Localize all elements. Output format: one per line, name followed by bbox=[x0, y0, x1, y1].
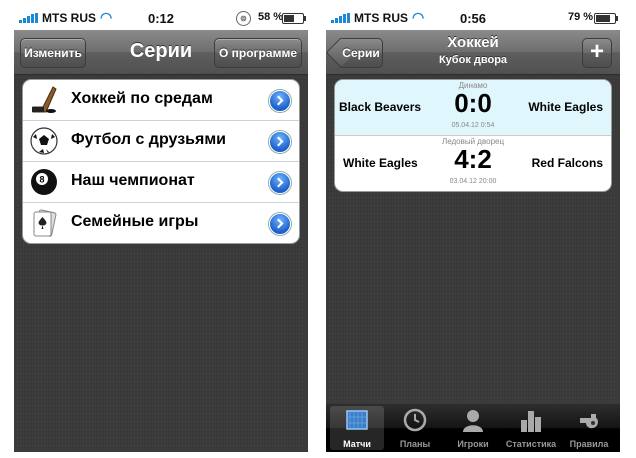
tab-label: Статистика bbox=[505, 439, 557, 449]
status-bar: MTS RUS ◠ 0:12 ⊜ 58 % bbox=[14, 6, 308, 30]
disclosure-button-icon[interactable] bbox=[269, 172, 291, 194]
away-team: White Eagles bbox=[528, 100, 603, 114]
tab-matches[interactable]: Матчи bbox=[328, 404, 386, 452]
match-list: Динамо Black Beavers 0:0 White Eagles 05… bbox=[334, 79, 612, 192]
clock-icon bbox=[403, 408, 427, 432]
page-title: Хоккей bbox=[447, 34, 499, 51]
disclosure-button-icon[interactable] bbox=[269, 90, 291, 112]
whistle-icon bbox=[580, 414, 598, 429]
match-date: 05.04.12 0:54 bbox=[451, 122, 495, 129]
playing-card-icon bbox=[33, 209, 57, 237]
list-item[interactable]: Футбол с друзьями bbox=[23, 121, 299, 162]
soccer-ball-icon bbox=[30, 127, 58, 155]
battery-icon bbox=[282, 13, 306, 24]
tab-label: Планы bbox=[399, 439, 431, 449]
person-icon bbox=[463, 410, 483, 432]
series-screen: MTS RUS ◠ 0:12 ⊜ 58 % Изменить Серии О п… bbox=[14, 6, 308, 452]
add-button[interactable]: + bbox=[582, 38, 612, 68]
tab-plans[interactable]: Планы bbox=[386, 404, 444, 452]
match-row[interactable]: Динамо Black Beavers 0:0 White Eagles 05… bbox=[335, 80, 611, 136]
battery-percent: 79 % bbox=[568, 11, 594, 23]
list-item[interactable]: 8 Наш чемпионат bbox=[23, 162, 299, 203]
list-item-label: Хоккей по средам bbox=[71, 90, 213, 107]
match-date: 03.04.12 20:00 bbox=[449, 178, 497, 185]
away-team: Red Falcons bbox=[531, 156, 603, 170]
eight-ball-icon: 8 bbox=[31, 169, 57, 195]
list-item[interactable]: Семейные игры bbox=[23, 203, 299, 243]
disclosure-button-icon[interactable] bbox=[269, 131, 291, 153]
tab-label: Матчи bbox=[343, 439, 371, 449]
matches-screen: MTS RUS ◠ 0:56 79 % Серии Хоккей Кубок д… bbox=[326, 6, 620, 452]
tab-label: Правила bbox=[569, 439, 609, 449]
series-list: Хоккей по средам Футбол с друзьями 8 Наш… bbox=[22, 79, 300, 244]
list-item-label: Футбол с друзьями bbox=[71, 131, 226, 148]
disclosure-button-icon[interactable] bbox=[269, 213, 291, 235]
list-item-label: Семейные игры bbox=[71, 213, 199, 230]
orientation-lock-icon: ⊜ bbox=[236, 11, 251, 26]
about-button[interactable]: О программе bbox=[214, 38, 302, 68]
status-bar: MTS RUS ◠ 0:56 79 % bbox=[326, 6, 620, 30]
bar-chart-icon bbox=[521, 411, 541, 432]
tab-players[interactable]: Игроки bbox=[444, 404, 502, 452]
navigation-bar: Серии Хоккей Кубок двора + bbox=[326, 30, 620, 75]
list-item-label: Наш чемпионат bbox=[71, 172, 195, 189]
tab-bar: Матчи Планы Игроки Статистика Правила bbox=[326, 404, 620, 452]
battery-percent: 58 % bbox=[258, 11, 284, 23]
list-item[interactable]: Хоккей по средам bbox=[23, 80, 299, 121]
tab-rules[interactable]: Правила bbox=[560, 404, 618, 452]
navigation-bar: Изменить Серии О программе bbox=[14, 30, 308, 75]
page-subtitle: Кубок двора bbox=[438, 54, 508, 66]
hockey-goal-icon bbox=[346, 410, 368, 430]
svg-text:8: 8 bbox=[39, 175, 44, 185]
battery-icon bbox=[594, 13, 618, 24]
hockey-stick-icon bbox=[32, 86, 57, 113]
tab-label: Игроки bbox=[457, 439, 489, 449]
match-row[interactable]: Ледовый дворец White Eagles 4:2 Red Falc… bbox=[335, 136, 611, 191]
tab-statistics[interactable]: Статистика bbox=[502, 404, 560, 452]
